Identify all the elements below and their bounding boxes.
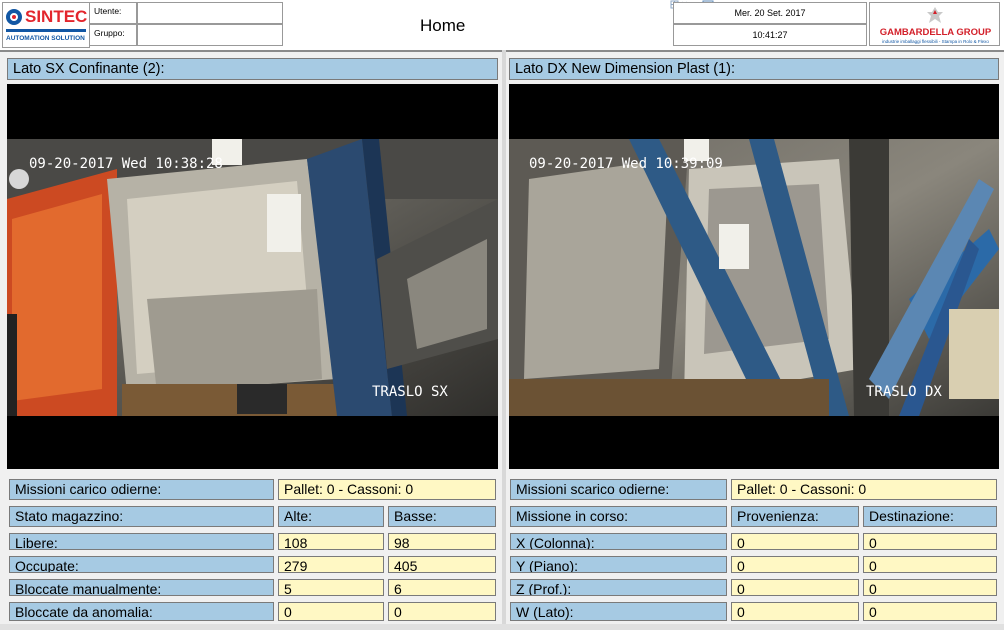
row-value-basse: 405 [388, 556, 496, 573]
row-label: Occupate: [9, 556, 274, 573]
row-value-basse: 6 [388, 579, 496, 596]
right-panel-title: Lato DX New Dimension Plast (1): [509, 58, 999, 80]
current-date: Mer. 20 Set. 2017 [673, 2, 867, 24]
column-header-basse: Basse: [388, 506, 496, 527]
gambardella-logo-text: GAMBARDELLA GROUP [879, 27, 992, 38]
row-label: Y (Piano): [510, 556, 727, 573]
row-value-provenienza: 0 [731, 556, 859, 573]
row-value-provenienza: 0 [731, 602, 859, 621]
left-panel-title: Lato SX Confinante (2): [7, 58, 498, 80]
current-mission-label: Missione in corso: [510, 506, 727, 527]
left-camera-timestamp: 09-20-2017 Wed 10:38:28 [29, 156, 223, 172]
missions-unload-label: Missioni scarico odierne: [510, 479, 727, 500]
page-title: Home [420, 16, 466, 35]
row-value-destinazione: 0 [863, 533, 997, 550]
row-label: Bloccate da anomalia: [9, 602, 274, 621]
row-label: Bloccate manualmente: [9, 579, 274, 596]
user-value-field [137, 2, 283, 24]
user-info-grid: Utente: Gruppo: [89, 2, 283, 46]
sintec-logo-tagline: AUTOMATION SOLUTION [6, 35, 85, 42]
right-camera-timestamp: 09-20-2017 Wed 10:39:09 [529, 156, 723, 172]
row-value-provenienza: 0 [731, 579, 859, 596]
column-header-alte: Alte: [278, 506, 384, 527]
row-value-basse: 98 [388, 533, 496, 550]
row-label: W (Lato): [510, 602, 727, 621]
column-header-provenienza: Provenienza: [731, 506, 859, 527]
row-value-basse: 0 [388, 602, 496, 621]
sintec-logo-bar [6, 29, 86, 32]
row-value-alte: 5 [278, 579, 384, 596]
date-time-box: Mer. 20 Set. 2017 10:41:27 [673, 2, 867, 46]
row-label: X (Colonna): [510, 533, 727, 550]
header-bar: SINTEC AUTOMATION SOLUTION Utente: Grupp… [0, 0, 1004, 52]
group-label: Gruppo: [89, 24, 137, 46]
gambardella-logo: GAMBARDELLA GROUP industrie imballaggi f… [869, 2, 1000, 46]
gambardella-logo-tagline: industrie imballaggi flessibili - Stampa… [882, 39, 989, 44]
row-value-alte: 279 [278, 556, 384, 573]
row-value-alte: 108 [278, 533, 384, 550]
user-label: Utente: [89, 2, 137, 24]
warehouse-status-label: Stato magazzino: [9, 506, 274, 527]
left-camera-feed[interactable]: 09-20-2017 Wed 10:38:28 TRASLO SX [7, 84, 498, 469]
right-camera-label: TRASLO DX [866, 384, 942, 400]
bottom-strip [0, 624, 1004, 630]
row-value-destinazione: 0 [863, 556, 997, 573]
gambardella-mark-icon [927, 7, 943, 23]
row-value-destinazione: 0 [863, 602, 997, 621]
row-label: Z (Prof.): [510, 579, 727, 596]
row-value-destinazione: 0 [863, 579, 997, 596]
panel-divider [502, 50, 506, 626]
left-camera-label: TRASLO SX [372, 384, 448, 400]
column-header-destinazione: Destinazione: [863, 506, 997, 527]
sintec-logo-text: SINTEC [25, 7, 88, 26]
missions-unload-value: Pallet: 0 - Cassoni: 0 [731, 479, 997, 500]
group-value-field [137, 24, 283, 46]
missions-load-value: Pallet: 0 - Cassoni: 0 [278, 479, 496, 500]
row-value-provenienza: 0 [731, 533, 859, 550]
row-label: Libere: [9, 533, 274, 550]
sintec-mark-icon [6, 9, 22, 25]
current-time: 10:41:27 [673, 24, 867, 46]
row-value-alte: 0 [278, 602, 384, 621]
sintec-logo: SINTEC AUTOMATION SOLUTION [2, 2, 90, 48]
missions-load-label: Missioni carico odierne: [9, 479, 274, 500]
right-camera-image [509, 139, 999, 416]
right-camera-feed[interactable]: 09-20-2017 Wed 10:39:09 TRASLO DX [509, 84, 999, 469]
left-camera-image [7, 139, 498, 416]
